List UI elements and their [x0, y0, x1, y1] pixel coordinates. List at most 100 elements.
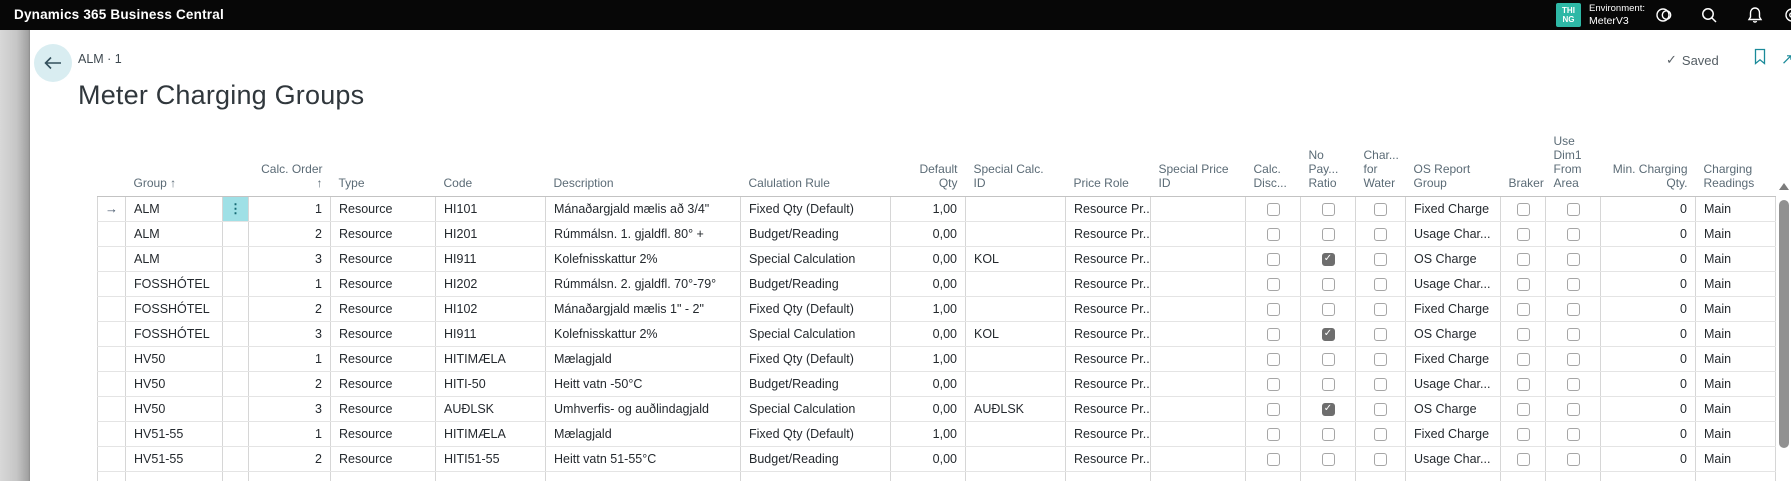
cell-os_report_group[interactable]: Usage Char... [1406, 446, 1501, 471]
cell-min_charging_qty[interactable]: 0 [1601, 346, 1696, 371]
cell-charging_readings[interactable]: Main [1696, 296, 1776, 321]
cell-calculation_rule[interactable]: Fixed Qty (Default) [741, 346, 891, 371]
cell-calc_order[interactable]: 1 [249, 271, 331, 296]
bell-icon[interactable] [1746, 6, 1764, 24]
cell-charging_readings[interactable]: Main [1696, 346, 1776, 371]
cell-options[interactable] [223, 446, 249, 471]
cell-calc_disc[interactable] [1246, 346, 1301, 371]
cell-code[interactable]: HITI51-55 [436, 446, 546, 471]
cell-use_dim1_from_area[interactable] [1546, 321, 1601, 346]
cell-options[interactable] [223, 396, 249, 421]
settings-icon[interactable] [1783, 6, 1791, 24]
cell-rowmark[interactable] [98, 296, 126, 321]
cell-group[interactable]: ALM [126, 221, 223, 246]
cell-no_pay_ratio[interactable] [1301, 221, 1356, 246]
use_dim1_from_area-checkbox[interactable] [1567, 428, 1580, 441]
column-header-price_role[interactable]: Price Role [1066, 125, 1151, 196]
cell-description[interactable]: Mælagjald [546, 421, 741, 446]
cell-calc_disc[interactable] [1246, 396, 1301, 421]
cell-special_price_id[interactable] [1151, 346, 1246, 371]
cell-description[interactable]: Mánaðargjald mælis 1" - 2" [546, 296, 741, 321]
cell-char_for_water[interactable] [1356, 221, 1406, 246]
search-icon[interactable] [1700, 6, 1718, 24]
cell-type[interactable]: Resource [331, 371, 436, 396]
cell-rowmark[interactable] [98, 271, 126, 296]
cell-calc_order[interactable]: 3 [249, 396, 331, 421]
cell-calculation_rule[interactable]: Budget/Reading [741, 446, 891, 471]
cell-no_pay_ratio[interactable] [1301, 371, 1356, 396]
char_for_water-checkbox[interactable] [1374, 278, 1387, 291]
column-header-no_pay_ratio[interactable]: No Pay... Ratio [1301, 125, 1356, 196]
braker-checkbox[interactable] [1517, 378, 1530, 391]
cell-special_calc_id[interactable]: AUÐLSK [966, 396, 1066, 421]
cell-calc_order[interactable]: 2 [249, 221, 331, 246]
cell-no_pay_ratio[interactable] [1301, 271, 1356, 296]
no_pay_ratio-checkbox[interactable] [1322, 353, 1335, 366]
cell-type[interactable]: Resource [331, 196, 436, 221]
cell-no_pay_ratio[interactable] [1301, 246, 1356, 271]
use_dim1_from_area-checkbox[interactable] [1567, 203, 1580, 216]
cell-special_calc_id[interactable] [966, 421, 1066, 446]
cell-type[interactable]: Resource [331, 296, 436, 321]
cell-options[interactable] [223, 246, 249, 271]
cell-default_qty[interactable]: 0,00 [891, 221, 966, 246]
calc_disc-checkbox[interactable] [1267, 303, 1280, 316]
no_pay_ratio-checkbox[interactable] [1322, 253, 1335, 266]
cell-calc_order[interactable]: 1 [249, 196, 331, 221]
cell-special_price_id[interactable] [1151, 396, 1246, 421]
no_pay_ratio-checkbox[interactable] [1322, 278, 1335, 291]
cell-special_price_id[interactable] [1151, 271, 1246, 296]
cell-group[interactable]: FOSSHÓTEL [126, 296, 223, 321]
cell-braker[interactable] [1501, 296, 1546, 321]
cell-default_qty[interactable]: 1,00 [891, 296, 966, 321]
no_pay_ratio-checkbox[interactable] [1322, 203, 1335, 216]
cell-calc_disc[interactable] [1246, 221, 1301, 246]
cell-description[interactable]: Rúmmálsn. 1. gjaldfl. 80° + [546, 221, 741, 246]
cell-rowmark[interactable] [98, 321, 126, 346]
cell-code[interactable]: HI102 [436, 296, 546, 321]
calc_disc-checkbox[interactable] [1267, 278, 1280, 291]
char_for_water-checkbox[interactable] [1374, 353, 1387, 366]
cell-use_dim1_from_area[interactable] [1546, 196, 1601, 221]
cell-options[interactable] [223, 421, 249, 446]
cell-char_for_water[interactable] [1356, 196, 1406, 221]
cell-type[interactable]: Resource [331, 446, 436, 471]
back-button[interactable] [34, 44, 72, 82]
cell-braker[interactable] [1501, 446, 1546, 471]
cell-group[interactable]: HV51-55 [126, 421, 223, 446]
cell-calc_order[interactable]: 3 [249, 321, 331, 346]
cell-calc_disc[interactable] [1246, 446, 1301, 471]
cell-code[interactable]: HI201 [436, 221, 546, 246]
cell-special_calc_id[interactable] [966, 196, 1066, 221]
cell-special_price_id[interactable] [1151, 371, 1246, 396]
use_dim1_from_area-checkbox[interactable] [1567, 403, 1580, 416]
apps-icon[interactable] [1655, 6, 1673, 24]
cell-description[interactable]: Heitt vatn 51-55°C [546, 446, 741, 471]
char_for_water-checkbox[interactable] [1374, 303, 1387, 316]
cell-rowmark[interactable] [98, 396, 126, 421]
cell-special_calc_id[interactable] [966, 221, 1066, 246]
cell-default_qty[interactable]: 0,00 [891, 371, 966, 396]
cell-braker[interactable] [1501, 246, 1546, 271]
column-header-default_qty[interactable]: Default Qty [891, 125, 966, 196]
cell-special_calc_id[interactable] [966, 371, 1066, 396]
calc_disc-checkbox[interactable] [1267, 453, 1280, 466]
char_for_water-checkbox[interactable] [1374, 328, 1387, 341]
cell-use_dim1_from_area[interactable] [1546, 346, 1601, 371]
calc_disc-checkbox[interactable] [1267, 228, 1280, 241]
braker-checkbox[interactable] [1517, 303, 1530, 316]
cell-code[interactable]: HITIMÆLA [436, 421, 546, 446]
cell-min_charging_qty[interactable]: 0 [1601, 371, 1696, 396]
cell-options[interactable] [223, 321, 249, 346]
cell-rowmark[interactable] [98, 346, 126, 371]
no_pay_ratio-checkbox[interactable] [1322, 303, 1335, 316]
cell-description[interactable]: Mánaðargjald mælis að 3/4" [546, 196, 741, 221]
cell-price_role[interactable]: Resource Pr... [1066, 371, 1151, 396]
cell-braker[interactable] [1501, 271, 1546, 296]
app-title[interactable]: Dynamics 365 Business Central [14, 0, 224, 30]
cell-price_role[interactable]: Resource Pr... [1066, 321, 1151, 346]
cell-type[interactable]: Resource [331, 321, 436, 346]
cell-calc_order[interactable]: 2 [249, 296, 331, 321]
calc_disc-checkbox[interactable] [1267, 353, 1280, 366]
use_dim1_from_area-checkbox[interactable] [1567, 278, 1580, 291]
